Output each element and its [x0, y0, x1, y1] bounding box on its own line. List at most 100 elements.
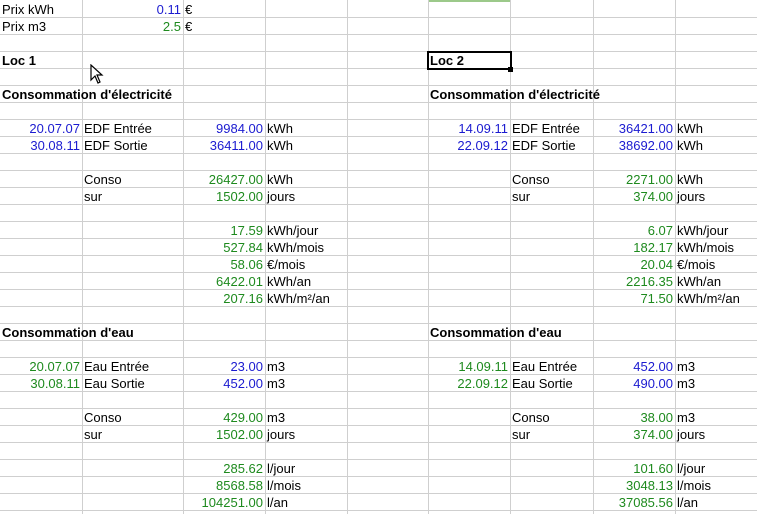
loc1-water-out-date[interactable]: 30.08.11 — [0, 375, 82, 392]
loc2-sur-label[interactable]: sur — [510, 188, 593, 205]
loc2-m2-value[interactable]: 71.50 — [593, 290, 675, 307]
loc1-water-title[interactable]: Consommation d'eau — [0, 324, 265, 341]
cell-prix-m3-unit[interactable]: € — [183, 18, 265, 35]
loc2-wyear-unit[interactable]: l/an — [675, 494, 757, 511]
loc1-wday-value[interactable]: 285.62 — [183, 460, 265, 477]
loc2-eur-value[interactable]: 20.04 — [593, 256, 675, 273]
loc1-water-in-value[interactable]: 23.00 — [183, 358, 265, 375]
loc2-elec-out-value[interactable]: 38692.00 — [593, 137, 675, 154]
loc2-water-in-value[interactable]: 452.00 — [593, 358, 675, 375]
loc2-sur-value[interactable]: 374.00 — [593, 188, 675, 205]
loc1-eur-unit[interactable]: €/mois — [265, 256, 347, 273]
spreadsheet-grid[interactable]: Prix kWh 0.11 € Prix m3 2.5 € Loc 1 Consommatio… — [0, 0, 757, 514]
loc2-water-in-label[interactable]: Eau Entrée — [510, 358, 593, 375]
loc1-day-unit[interactable]: kWh/jour — [265, 222, 347, 239]
loc1-eur-value[interactable]: 58.06 — [183, 256, 265, 273]
loc2-wsur-unit[interactable]: jours — [675, 426, 757, 443]
loc1-water-in-unit[interactable]: m3 — [265, 358, 347, 375]
loc2-wconso-unit[interactable]: m3 — [675, 409, 757, 426]
loc1-water-out-value[interactable]: 452.00 — [183, 375, 265, 392]
cell-prix-kwh-unit[interactable]: € — [183, 1, 265, 18]
cell-prix-kwh-value[interactable]: 0.11 — [82, 1, 183, 18]
loc1-m2-unit[interactable]: kWh/m²/an — [265, 290, 347, 307]
loc1-wconso-unit[interactable]: m3 — [265, 409, 347, 426]
loc1-wmonth-value[interactable]: 8568.58 — [183, 477, 265, 494]
loc1-elec-out-label[interactable]: EDF Sortie — [82, 137, 183, 154]
loc1-sur-label[interactable]: sur — [82, 188, 183, 205]
loc2-day-value[interactable]: 6.07 — [593, 222, 675, 239]
cell-prix-kwh-label[interactable]: Prix kWh — [0, 1, 82, 18]
loc2-elec-out-label[interactable]: EDF Sortie — [510, 137, 593, 154]
loc1-year-unit[interactable]: kWh/an — [265, 273, 347, 290]
loc1-wsur-label[interactable]: sur — [82, 426, 183, 443]
loc1-wday-unit[interactable]: l/jour — [265, 460, 347, 477]
loc1-sur-unit[interactable]: jours — [265, 188, 347, 205]
loc1-year-value[interactable]: 6422.01 — [183, 273, 265, 290]
loc2-elec-in-date[interactable]: 14.09.11 — [428, 120, 510, 137]
loc1-wyear-value[interactable]: 104251.00 — [183, 494, 265, 511]
loc2-wyear-value[interactable]: 37085.56 — [593, 494, 675, 511]
loc1-month-value[interactable]: 527.84 — [183, 239, 265, 256]
loc2-day-unit[interactable]: kWh/jour — [675, 222, 757, 239]
loc1-conso-label[interactable]: Conso — [82, 171, 183, 188]
loc1-elec-out-unit[interactable]: kWh — [265, 137, 347, 154]
loc2-eur-unit[interactable]: €/mois — [675, 256, 757, 273]
loc1-month-unit[interactable]: kWh/mois — [265, 239, 347, 256]
loc1-elec-in-unit[interactable]: kWh — [265, 120, 347, 137]
loc2-elec-in-value[interactable]: 36421.00 — [593, 120, 675, 137]
loc1-wconso-label[interactable]: Conso — [82, 409, 183, 426]
loc1-title[interactable]: Loc 1 — [0, 52, 82, 69]
loc1-wconso-value[interactable]: 429.00 — [183, 409, 265, 426]
loc1-wyear-unit[interactable]: l/an — [265, 494, 347, 511]
loc2-conso-label[interactable]: Conso — [510, 171, 593, 188]
loc1-water-in-label[interactable]: Eau Entrée — [82, 358, 183, 375]
loc2-elec-in-unit[interactable]: kWh — [675, 120, 757, 137]
loc2-wmonth-unit[interactable]: l/mois — [675, 477, 757, 494]
loc2-water-out-date[interactable]: 22.09.12 — [428, 375, 510, 392]
loc1-wmonth-unit[interactable]: l/mois — [265, 477, 347, 494]
loc2-water-in-date[interactable]: 14.09.11 — [428, 358, 510, 375]
loc2-elec-out-date[interactable]: 22.09.12 — [428, 137, 510, 154]
loc1-water-in-date[interactable]: 20.07.07 — [0, 358, 82, 375]
loc1-conso-unit[interactable]: kWh — [265, 171, 347, 188]
loc1-wsur-value[interactable]: 1502.00 — [183, 426, 265, 443]
loc1-water-out-label[interactable]: Eau Sortie — [82, 375, 183, 392]
loc1-conso-value[interactable]: 26427.00 — [183, 171, 265, 188]
loc2-wsur-label[interactable]: sur — [510, 426, 593, 443]
loc2-month-unit[interactable]: kWh/mois — [675, 239, 757, 256]
loc2-wmonth-value[interactable]: 3048.13 — [593, 477, 675, 494]
loc2-water-title[interactable]: Consommation d'eau — [428, 324, 675, 341]
loc1-elec-out-value[interactable]: 36411.00 — [183, 137, 265, 154]
loc2-water-out-unit[interactable]: m3 — [675, 375, 757, 392]
loc2-wconso-label[interactable]: Conso — [510, 409, 593, 426]
loc1-m2-value[interactable]: 207.16 — [183, 290, 265, 307]
loc2-sur-unit[interactable]: jours — [675, 188, 757, 205]
loc1-elec-in-date[interactable]: 20.07.07 — [0, 120, 82, 137]
loc1-sur-value[interactable]: 1502.00 — [183, 188, 265, 205]
cell-prix-m3-label[interactable]: Prix m3 — [0, 18, 82, 35]
loc2-month-value[interactable]: 182.17 — [593, 239, 675, 256]
loc2-wday-value[interactable]: 101.60 — [593, 460, 675, 477]
loc2-elec-in-label[interactable]: EDF Entrée — [510, 120, 593, 137]
loc2-wconso-value[interactable]: 38.00 — [593, 409, 675, 426]
loc1-elec-in-value[interactable]: 9984.00 — [183, 120, 265, 137]
loc1-water-out-unit[interactable]: m3 — [265, 375, 347, 392]
fill-handle[interactable] — [508, 67, 513, 72]
loc2-water-out-label[interactable]: Eau Sortie — [510, 375, 593, 392]
loc2-conso-value[interactable]: 2271.00 — [593, 171, 675, 188]
loc2-year-value[interactable]: 2216.35 — [593, 273, 675, 290]
loc1-elec-out-date[interactable]: 30.08.11 — [0, 137, 82, 154]
loc2-water-in-unit[interactable]: m3 — [675, 358, 757, 375]
loc2-conso-unit[interactable]: kWh — [675, 171, 757, 188]
loc1-wsur-unit[interactable]: jours — [265, 426, 347, 443]
loc2-m2-unit[interactable]: kWh/m²/an — [675, 290, 757, 307]
loc1-elec-in-label[interactable]: EDF Entrée — [82, 120, 183, 137]
loc2-elec-title[interactable]: Consommation d'électricité — [428, 86, 675, 103]
loc1-elec-title[interactable]: Consommation d'électricité — [0, 86, 265, 103]
loc2-elec-out-unit[interactable]: kWh — [675, 137, 757, 154]
loc2-year-unit[interactable]: kWh/an — [675, 273, 757, 290]
loc1-day-value[interactable]: 17.59 — [183, 222, 265, 239]
loc2-wday-unit[interactable]: l/jour — [675, 460, 757, 477]
loc2-water-out-value[interactable]: 490.00 — [593, 375, 675, 392]
cell-prix-m3-value[interactable]: 2.5 — [82, 18, 183, 35]
